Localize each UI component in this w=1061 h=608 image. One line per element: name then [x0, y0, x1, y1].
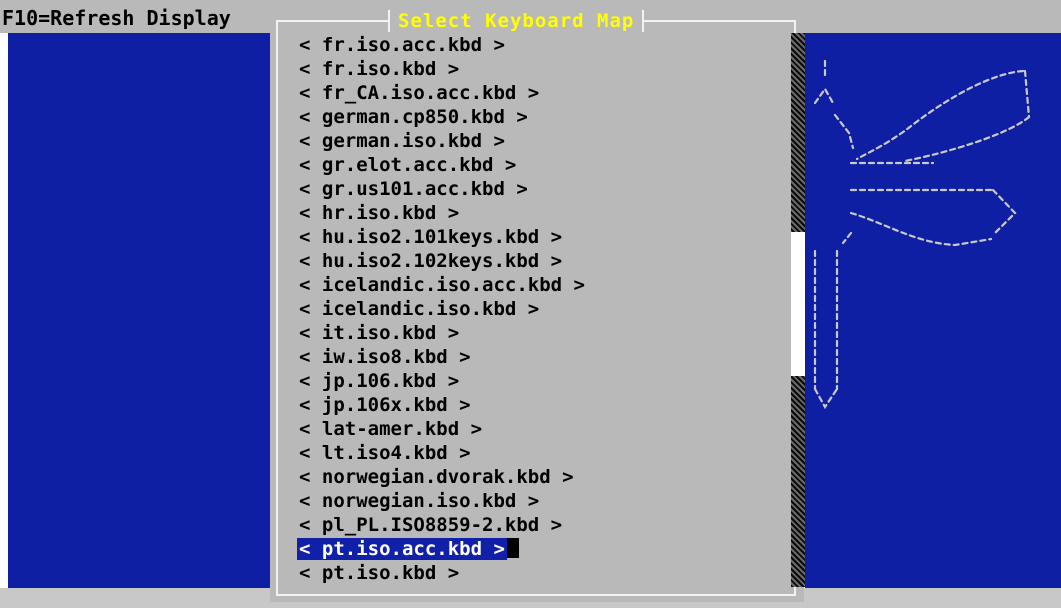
keyboard-map-item[interactable]: < icelandic.iso.kbd > — [297, 297, 587, 321]
keyboard-map-item[interactable]: < gr.us101.acc.kbd > — [297, 177, 587, 201]
keyboard-map-item-label: < fr_CA.iso.acc.kbd > — [299, 82, 540, 104]
scrollbar[interactable] — [791, 33, 805, 587]
keyboard-map-item[interactable]: < fr.iso.kbd > — [297, 57, 587, 81]
keyboard-map-item[interactable]: < fr_CA.iso.acc.kbd > — [297, 81, 587, 105]
keyboard-map-item-label: < hu.iso2.102keys.kbd > — [299, 250, 563, 272]
keyboard-map-item-label: < jp.106x.kbd > — [299, 394, 471, 416]
keyboard-map-item[interactable]: < lat-amer.kbd > — [297, 417, 587, 441]
keyboard-map-item-label: < lt.iso4.kbd > — [299, 442, 471, 464]
keyboard-map-item[interactable]: < hr.iso.kbd > — [297, 201, 587, 225]
keyboard-map-item-label: < norwegian.dvorak.kbd > — [299, 466, 574, 488]
console-screen: F10=Refresh Display Select Keyboard Map … — [0, 0, 1061, 608]
keyboard-map-item-label: < pl_PL.ISO8859-2.kbd > — [299, 514, 563, 536]
keyboard-map-item[interactable]: < pl_PL.ISO8859-2.kbd > — [297, 513, 587, 537]
keyboard-map-item-label: < fr.iso.kbd > — [299, 58, 460, 80]
keyboard-map-item-label: < it.iso.kbd > — [299, 322, 460, 344]
keyboard-map-item-label: < gr.elot.acc.kbd > — [299, 154, 517, 176]
keyboard-map-item-label: < hr.iso.kbd > — [299, 202, 460, 224]
keyboard-map-item-label: < pt.iso.acc.kbd > — [297, 538, 507, 560]
keyboard-map-item[interactable]: < norwegian.iso.kbd > — [297, 489, 587, 513]
background-right-panel — [805, 33, 1061, 588]
keyboard-map-item-label: < icelandic.iso.acc.kbd > — [299, 274, 585, 296]
keyboard-map-item-label: < lat-amer.kbd > — [299, 418, 483, 440]
keyboard-map-item-label: < pt.iso.kbd > — [299, 562, 460, 584]
keyboard-map-item[interactable]: < jp.106x.kbd > — [297, 393, 587, 417]
dialog-title: Select Keyboard Map — [388, 10, 645, 32]
keyboard-map-item[interactable]: < gr.elot.acc.kbd > — [297, 153, 587, 177]
keyboard-map-item-label: < jp.106.kbd > — [299, 370, 460, 392]
dragonfly-logo — [813, 59, 1031, 410]
keyboard-map-list[interactable]: < fr.iso.acc.kbd > < fr.iso.kbd > < fr_CA.… — [297, 33, 587, 585]
keyboard-map-item[interactable]: < german.iso.kbd > — [297, 129, 587, 153]
scroll-thumb[interactable] — [791, 232, 805, 376]
keyboard-map-item-label: < hu.iso2.101keys.kbd > — [299, 226, 563, 248]
keyboard-map-item[interactable]: < lt.iso4.kbd > — [297, 441, 587, 465]
keyboard-map-item[interactable]: < it.iso.kbd > — [297, 321, 587, 345]
keyboard-map-item[interactable]: < hu.iso2.102keys.kbd > — [297, 249, 587, 273]
keyboard-map-item[interactable]: < icelandic.iso.acc.kbd > — [297, 273, 587, 297]
keyboard-map-item-label: < gr.us101.acc.kbd > — [299, 178, 528, 200]
keyboard-map-item[interactable]: < iw.iso8.kbd > — [297, 345, 587, 369]
keyboard-map-item-label: < german.cp850.kbd > — [299, 106, 528, 128]
keyboard-map-item-label: < norwegian.iso.kbd > — [299, 490, 540, 512]
keyboard-map-item[interactable]: < jp.106.kbd > — [297, 369, 587, 393]
keyboard-map-item-label: < iw.iso8.kbd > — [299, 346, 471, 368]
background-left-panel — [8, 33, 276, 588]
keyboard-map-item-label: < fr.iso.acc.kbd > — [299, 34, 505, 56]
text-cursor — [506, 538, 519, 558]
refresh-hint: F10=Refresh Display — [2, 6, 231, 30]
keyboard-map-item-label: < german.iso.kbd > — [299, 130, 505, 152]
keyboard-map-dialog: Select Keyboard Map < fr.iso.acc.kbd > < … — [270, 10, 805, 602]
keyboard-map-item[interactable]: < pt.iso.acc.kbd > — [297, 537, 587, 561]
keyboard-map-item[interactable]: < german.cp850.kbd > — [297, 105, 587, 129]
keyboard-map-item-label: < icelandic.iso.kbd > — [299, 298, 540, 320]
keyboard-map-item[interactable]: < hu.iso2.101keys.kbd > — [297, 225, 587, 249]
keyboard-map-item[interactable]: < norwegian.dvorak.kbd > — [297, 465, 587, 489]
keyboard-map-item[interactable]: < fr.iso.acc.kbd > — [297, 33, 587, 57]
keyboard-map-item[interactable]: < pt.iso.kbd > — [297, 561, 587, 585]
